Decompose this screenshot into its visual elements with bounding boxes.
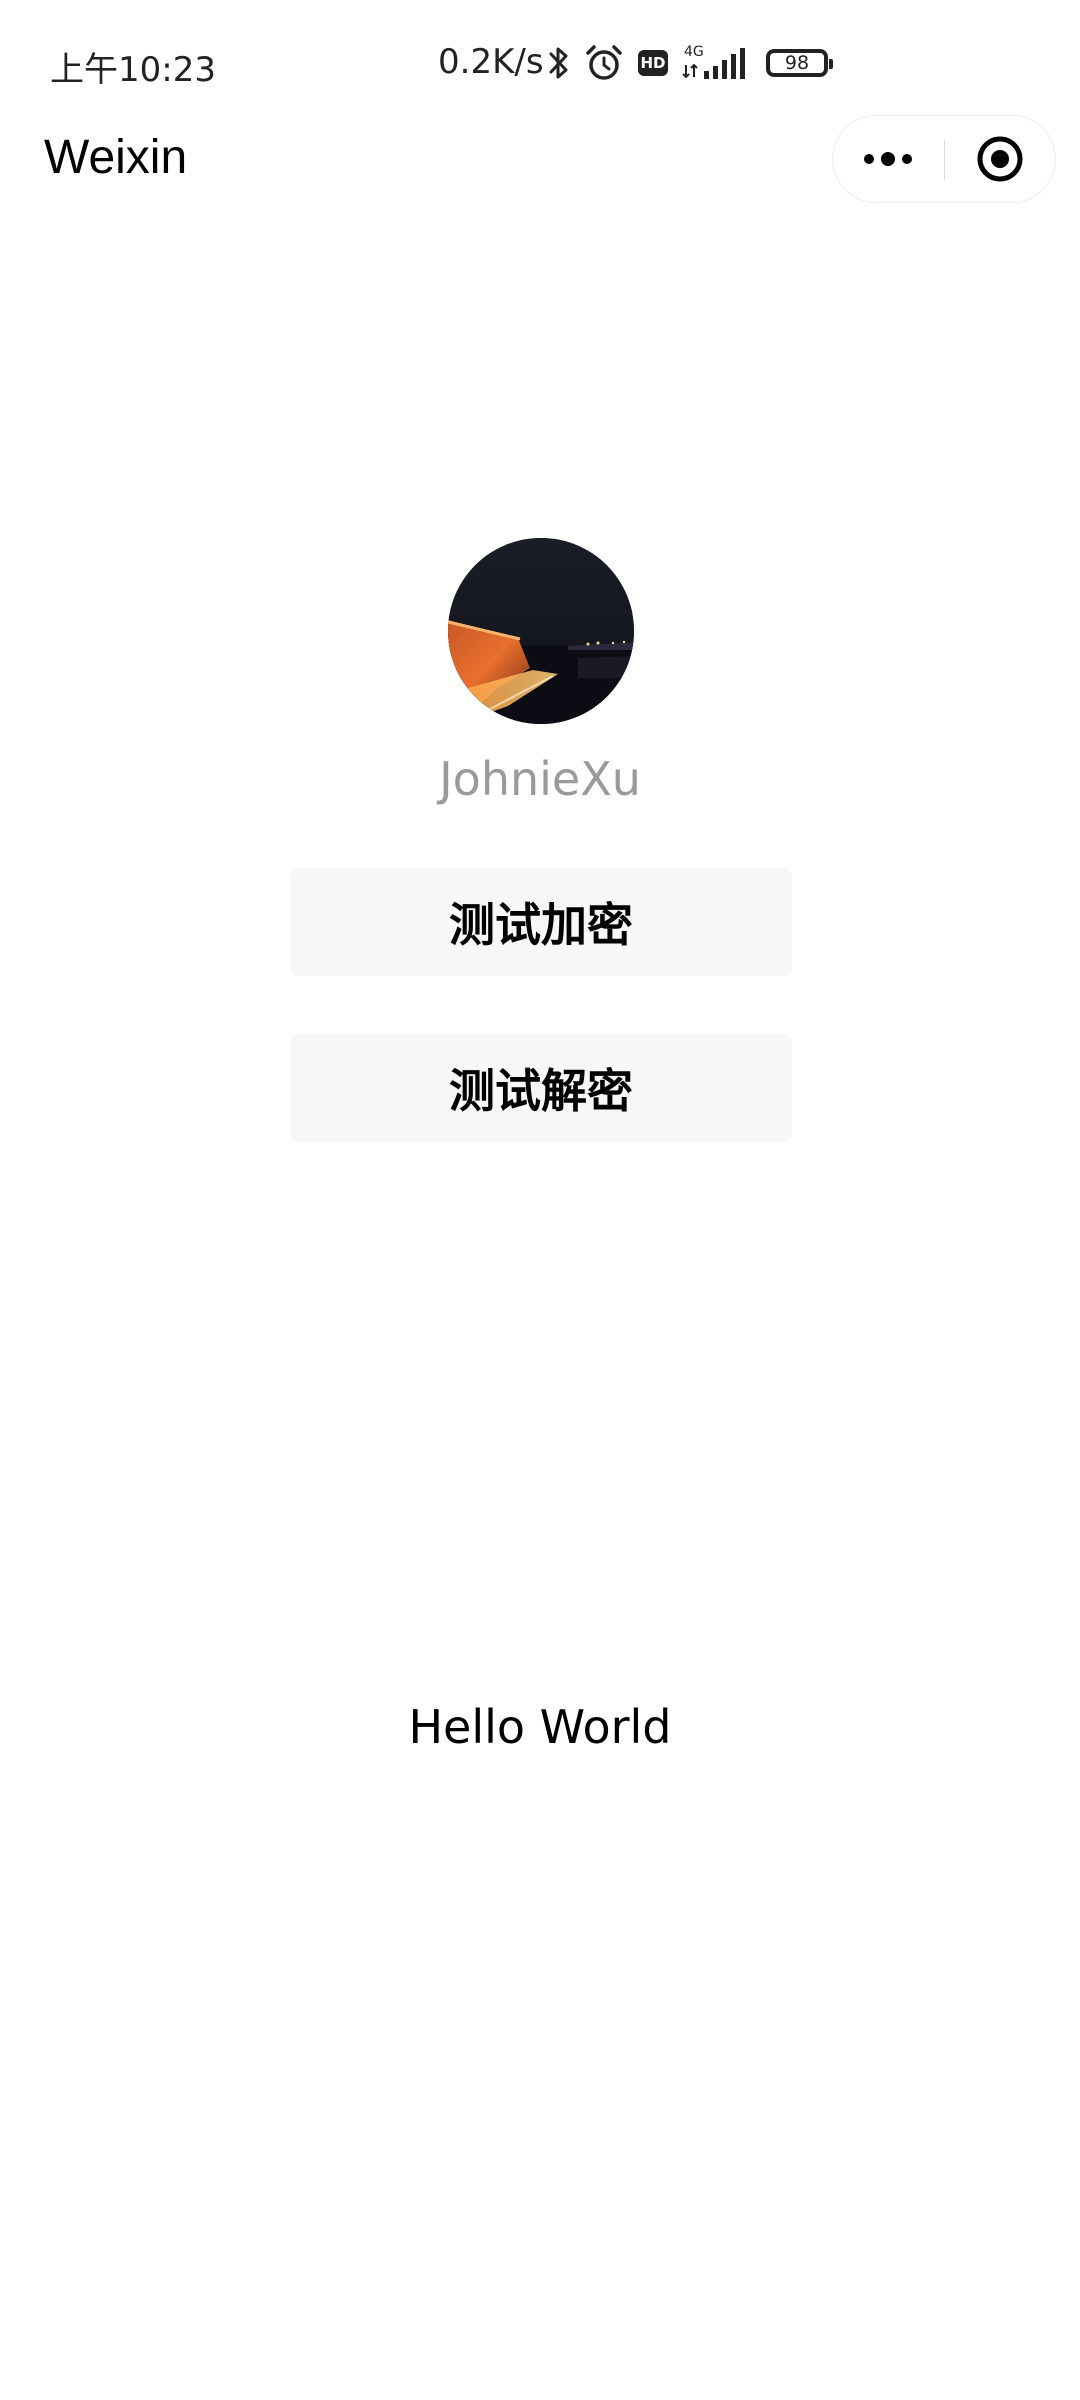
bluetooth-icon xyxy=(548,44,570,82)
status-icons: HD 4G 98 xyxy=(548,40,833,86)
hello-text: Hello World xyxy=(408,1700,672,1754)
status-time: 上午10:23 xyxy=(50,50,216,90)
status-bar: 上午10:23 0.2K/s HD 4G 98 xyxy=(0,0,1080,120)
nav-title: Weixin xyxy=(44,131,188,184)
screen: 上午10:23 0.2K/s HD 4G 98 Weixin JohnieXu … xyxy=(0,0,1080,2400)
network-speed: 0.2K/s xyxy=(438,42,544,82)
hd-label: HD xyxy=(638,50,668,76)
signal-4g-icon: 4G xyxy=(682,43,752,83)
nickname: JohnieXu xyxy=(439,752,641,806)
more-icon[interactable] xyxy=(833,116,943,202)
test-decrypt-button[interactable]: 测试解密 xyxy=(290,1034,792,1142)
battery-icon: 98 xyxy=(766,49,833,77)
battery-level: 98 xyxy=(766,49,833,77)
signal-type-label: 4G xyxy=(684,44,704,60)
alarm-icon xyxy=(584,43,624,83)
close-miniprogram-icon[interactable] xyxy=(945,116,1055,202)
hd-icon: HD xyxy=(638,50,668,76)
test-encrypt-button[interactable]: 测试加密 xyxy=(290,868,792,976)
miniprogram-capsule xyxy=(832,115,1056,203)
avatar[interactable] xyxy=(448,538,634,724)
